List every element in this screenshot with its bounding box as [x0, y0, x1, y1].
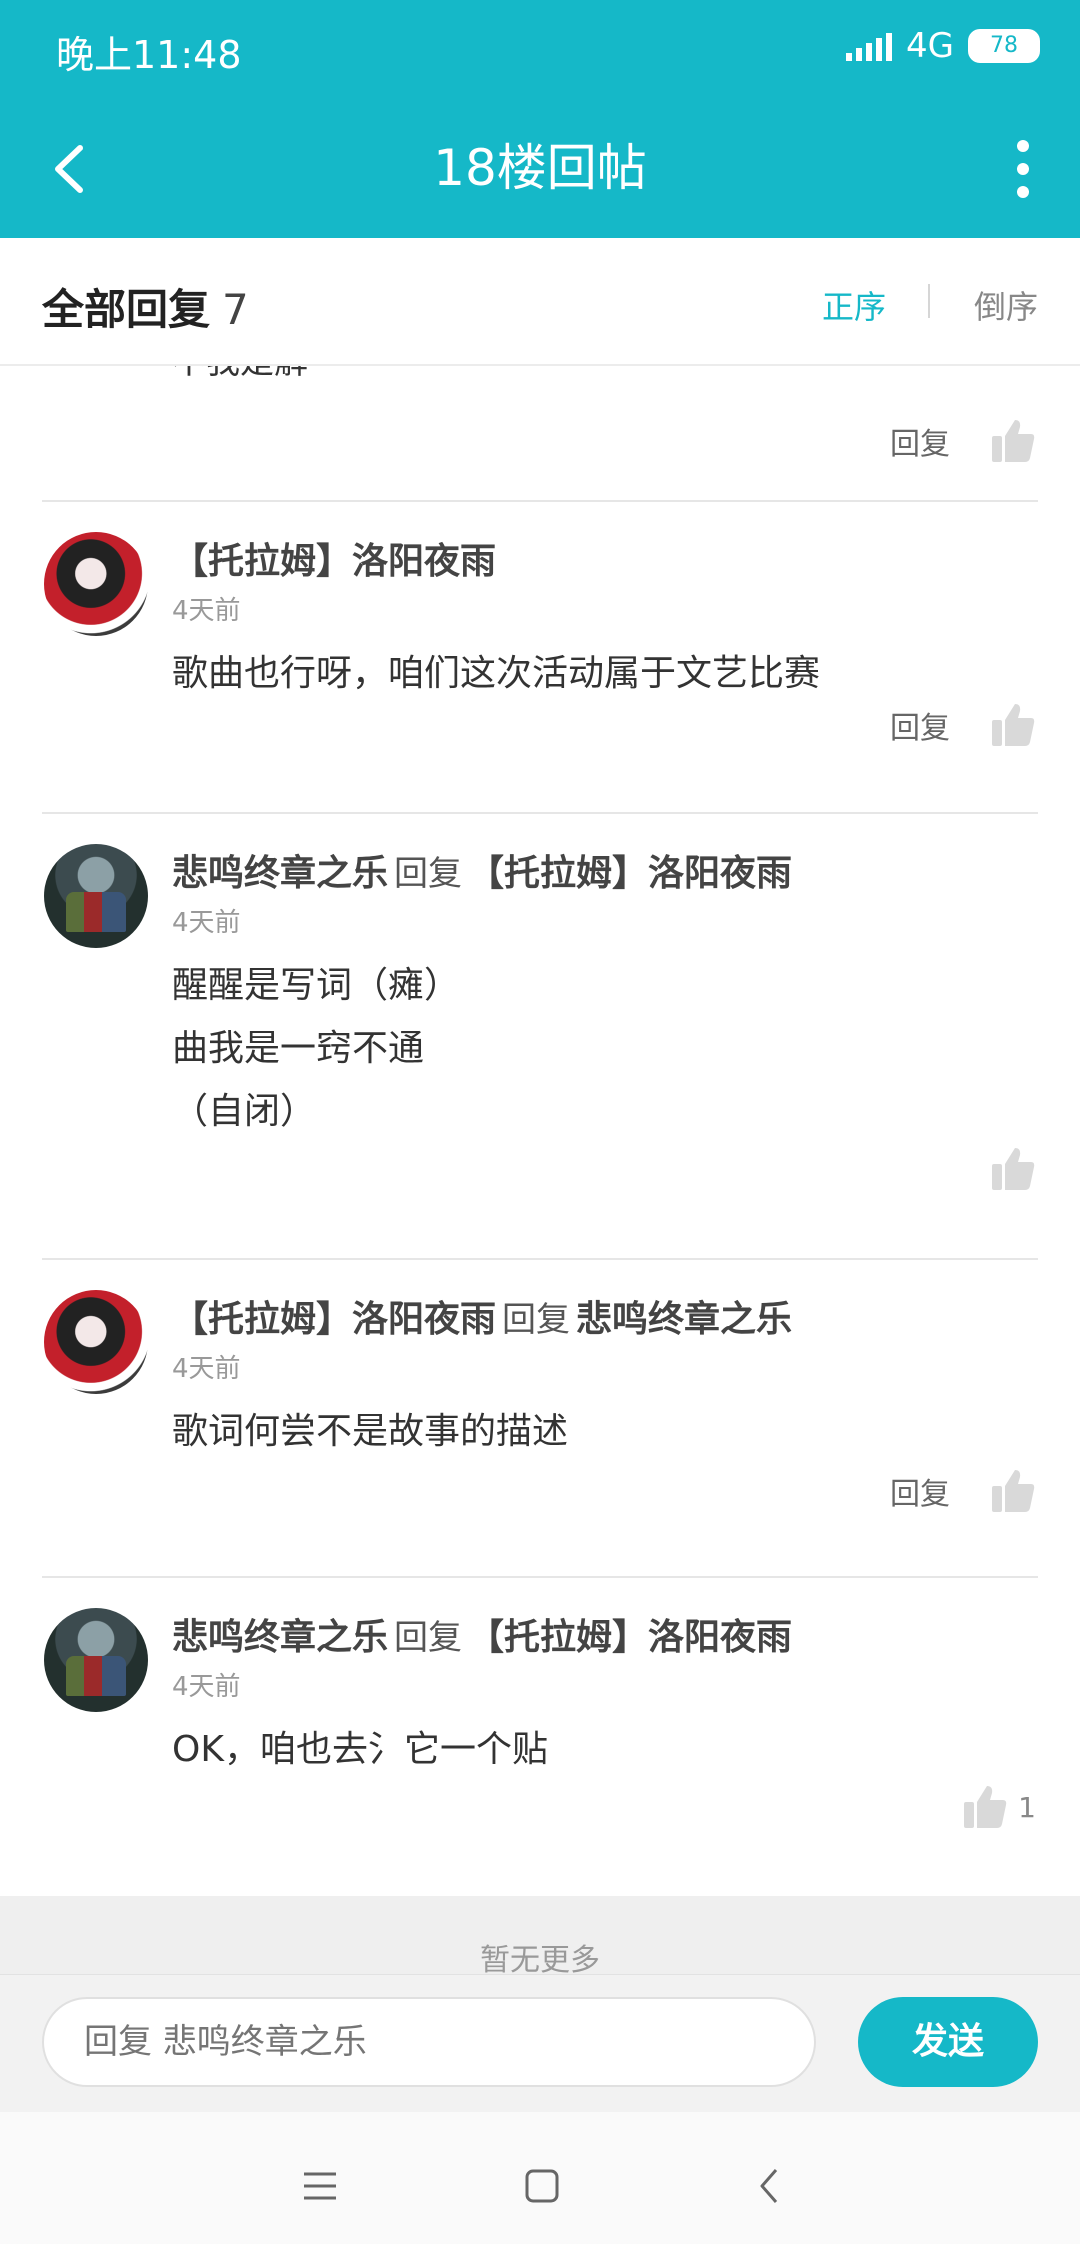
reply-target[interactable]: 【托拉姆】洛阳夜雨: [468, 1617, 792, 1658]
reply-target[interactable]: 悲鸣终章之乐: [576, 1299, 792, 1340]
avatar[interactable]: [44, 1290, 148, 1394]
reply-list[interactable]: 不我是解 回复 【托拉姆】洛阳夜雨 4天前 歌曲也行呀，咱们这次活动属于文艺比赛…: [0, 366, 1080, 1896]
menu-icon[interactable]: [290, 2156, 350, 2216]
status-time: 晚上11:48: [56, 33, 242, 77]
system-nav-bar: [0, 2112, 1080, 2244]
replies-title: 全部回复 7: [42, 285, 249, 334]
comment-actions: 回复: [890, 1468, 1036, 1514]
thumbs-up-icon[interactable]: [990, 702, 1036, 748]
comment-time: 4天前: [172, 908, 241, 938]
comment-header: 【托拉姆】洛阳夜雨: [172, 532, 508, 584]
thumbs-up-icon[interactable]: [990, 1146, 1036, 1192]
comment-item: 【托拉姆】洛阳夜雨 回复 悲鸣终章之乐 4天前 歌词何尝不是故事的描述 回复: [0, 1260, 1080, 1576]
comment-author[interactable]: 悲鸣终章之乐: [172, 1617, 388, 1658]
avatar[interactable]: [44, 844, 148, 948]
network-type: 4G: [906, 26, 954, 66]
battery-icon: 78: [968, 29, 1040, 63]
comment-time: 4天前: [172, 596, 241, 626]
comment-actions: [990, 1146, 1036, 1192]
comment-body: 歌曲也行呀，咱们这次活动属于文艺比赛: [172, 653, 821, 694]
partial-comment-text: 不我是解: [172, 366, 308, 383]
status-bar: 晚上11:48 4G 78: [0, 0, 1080, 100]
comment-author[interactable]: 【托拉姆】洛阳夜雨: [172, 541, 496, 582]
reply-link[interactable]: 回复: [890, 703, 950, 747]
signal-icon: [846, 31, 893, 61]
comment-body: OK，咱也去氵它一个贴: [172, 1729, 548, 1770]
comment-item: 悲鸣终章之乐 回复 【托拉姆】洛阳夜雨 4天前 醒醒是写词（瘫） 曲我是一窍不通 （…: [0, 814, 1080, 1258]
reply-count: 7: [222, 285, 249, 334]
comment-actions: 回复: [890, 418, 1036, 464]
comment-time: 4天前: [172, 1672, 241, 1702]
thumbs-up-icon[interactable]: [990, 418, 1036, 464]
thumbs-up-icon[interactable]: [990, 1468, 1036, 1514]
comment-header: 悲鸣终章之乐 回复 【托拉姆】洛阳夜雨: [172, 1617, 793, 1658]
comment-author[interactable]: 悲鸣终章之乐: [172, 853, 388, 894]
comment-body: 醒醒是写词（瘫） 曲我是一窍不通 （自闭）: [172, 965, 461, 1132]
no-more-indicator: 暂无更多: [0, 1896, 1080, 1986]
status-indicators: 4G 78: [846, 26, 1040, 66]
sort-divider: [928, 284, 930, 318]
comment-header: 【托拉姆】洛阳夜雨 回复 悲鸣终章之乐: [172, 1299, 793, 1340]
comment-author[interactable]: 【托拉姆】洛阳夜雨: [172, 1299, 496, 1340]
home-icon[interactable]: [512, 2156, 572, 2216]
send-button[interactable]: 发送: [858, 1997, 1038, 2087]
comment-time: 4天前: [172, 1354, 241, 1384]
more-vertical-icon: [1017, 140, 1029, 152]
more-menu-button[interactable]: [998, 134, 1048, 204]
comment-header: 悲鸣终章之乐 回复 【托拉姆】洛阳夜雨: [172, 853, 793, 894]
thumbs-up-icon[interactable]: [962, 1784, 1008, 1830]
reply-composer: 发送: [0, 1974, 1080, 2113]
comment-item: 【托拉姆】洛阳夜雨 4天前 歌曲也行呀，咱们这次活动属于文艺比赛 回复: [0, 502, 1080, 812]
sort-ascending-tab[interactable]: 正序: [822, 282, 886, 328]
avatar[interactable]: [44, 1608, 148, 1712]
like-count: 1: [1018, 1790, 1036, 1824]
sort-descending-tab[interactable]: 倒序: [974, 282, 1038, 328]
replies-header: 全部回复 7 正序 倒序: [0, 238, 1080, 366]
reply-target[interactable]: 【托拉姆】洛阳夜雨: [468, 853, 792, 894]
app-bar: 18楼回帖: [0, 100, 1080, 238]
comment-item: 悲鸣终章之乐 回复 【托拉姆】洛阳夜雨 4天前 OK，咱也去氵它一个贴 1: [0, 1578, 1080, 1894]
reply-input[interactable]: [42, 1997, 816, 2087]
comment-actions: 回复: [890, 702, 1036, 748]
nav-back-icon[interactable]: [740, 2156, 800, 2216]
reply-link[interactable]: 回复: [890, 419, 950, 463]
comment-actions: 1: [962, 1784, 1036, 1830]
reply-link[interactable]: 回复: [890, 1469, 950, 1513]
comment-body: 歌词何尝不是故事的描述: [172, 1411, 569, 1452]
avatar[interactable]: [44, 532, 148, 636]
page-title: 18楼回帖: [433, 139, 647, 197]
